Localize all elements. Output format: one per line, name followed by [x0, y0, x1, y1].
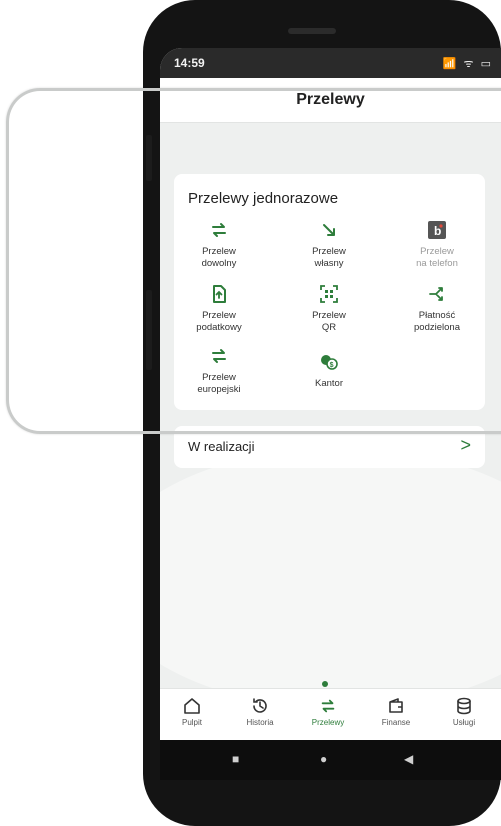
tile-kantor[interactable]: $ Kantor — [284, 352, 374, 390]
blik-icon: b — [428, 221, 446, 239]
currency-exchange-icon: $ — [321, 355, 338, 370]
tile-label: Przelew QR — [312, 310, 346, 333]
tab-historia[interactable]: Historia — [232, 697, 288, 727]
tab-pulpit[interactable]: Pulpit — [164, 697, 220, 727]
history-icon — [253, 698, 267, 713]
tile-przelew-europejski[interactable]: Przelew europejski — [174, 346, 264, 396]
tab-label: Przelewy — [311, 718, 345, 727]
tile-label: Przelew podatkowy — [196, 310, 242, 333]
bottom-tab-bar: Pulpit Historia Przelewy Finanse Usługi — [160, 681, 501, 740]
split-payment-icon — [429, 287, 443, 301]
back-button[interactable]: ◀ — [404, 752, 413, 766]
page-title: Przelewy — [296, 91, 365, 108]
tile-przelew-wlasny[interactable]: Przelew własny — [284, 220, 374, 270]
tab-label: Historia — [246, 718, 274, 727]
svg-text:$: $ — [330, 362, 334, 369]
speaker — [288, 28, 336, 34]
tile-label: Przelew na telefon — [416, 246, 458, 269]
tile-label: Płatność podzielona — [414, 310, 460, 333]
background-wave — [160, 448, 501, 708]
transfer-arrows-icon — [212, 223, 226, 237]
tile-przelew-qr[interactable]: Przelew QR — [284, 284, 374, 334]
arrow-down-right-icon — [323, 224, 335, 236]
status-icons: 📶 ᯤ ▭ — [442, 58, 493, 70]
tax-document-icon — [213, 285, 226, 303]
tab-label: Finanse — [381, 718, 411, 727]
tile-label: Kantor — [315, 378, 343, 389]
system-nav-bar: ■ ● ◀ — [160, 740, 501, 780]
home-icon — [184, 698, 200, 714]
side-button — [146, 290, 152, 370]
w-realizacji-row[interactable]: W realizacji > — [174, 426, 485, 468]
tab-uslugi[interactable]: Usługi — [436, 697, 492, 727]
tile-platnosc-podzielona[interactable]: Płatność podzielona — [392, 284, 482, 334]
transfer-arrows-icon — [321, 699, 335, 713]
phone-screen: 14:59 📶 ᯤ ▭ Przelewy Przelewy jednorazow… — [160, 48, 501, 740]
chevron-right-icon: > — [460, 435, 471, 455]
tab-przelewy[interactable]: Przelewy — [300, 697, 356, 727]
app-header: Przelewy — [160, 78, 501, 123]
tile-przelew-dowolny[interactable]: Przelew dowolny — [174, 220, 264, 270]
home-button[interactable]: ● — [320, 752, 327, 766]
tile-przelew-podatkowy[interactable]: Przelew podatkowy — [174, 284, 264, 334]
side-button — [146, 135, 152, 181]
one-time-transfers-card: Przelewy jednorazowe Przelew dowolny Prz… — [174, 174, 485, 410]
wallet-icon — [389, 698, 403, 713]
recent-apps-button[interactable]: ■ — [232, 752, 239, 766]
transfer-arrows-icon — [212, 349, 226, 363]
tile-label: Przelew dowolny — [201, 246, 237, 269]
active-tab-indicator — [322, 681, 328, 687]
tile-przelew-na-telefon[interactable]: b Przelew na telefon — [392, 220, 482, 270]
tile-label: Przelew własny — [312, 246, 346, 269]
status-bar: 14:59 📶 ᯤ ▭ — [160, 48, 501, 78]
tile-label: Przelew europejski — [197, 372, 241, 395]
database-icon — [457, 697, 471, 715]
qr-code-icon — [320, 285, 338, 303]
card-title: Przelewy jednorazowe — [188, 190, 339, 207]
tab-label: Usługi — [452, 718, 476, 727]
status-time: 14:59 — [174, 56, 205, 70]
w-realizacji-label: W realizacji — [188, 439, 255, 454]
tab-label: Pulpit — [181, 718, 202, 727]
tab-finanse[interactable]: Finanse — [368, 697, 424, 727]
